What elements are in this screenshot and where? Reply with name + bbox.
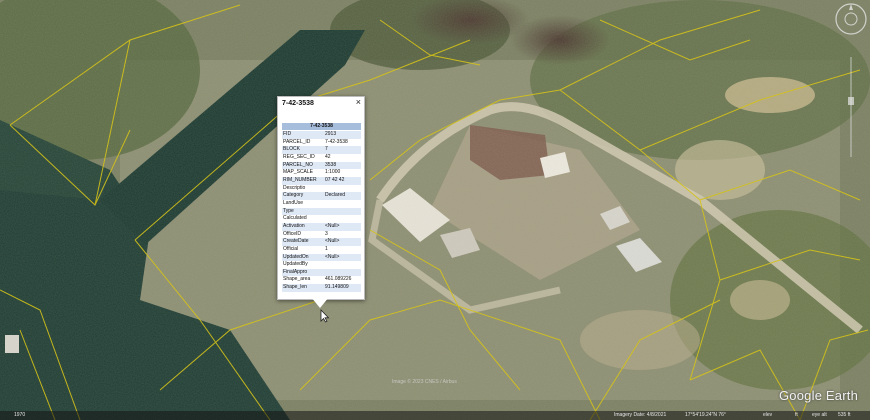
google-earth-logo: Google Earth xyxy=(779,388,859,403)
attribute-table-header: 7-42-3538 xyxy=(282,123,361,130)
attribute-value: 07 42 42 xyxy=(324,176,361,185)
attribute-key: Descriptio xyxy=(283,184,306,191)
attribute-row: FID 2913 xyxy=(282,131,361,139)
attribute-key: Type xyxy=(282,207,324,216)
attribute-value: 3538 xyxy=(324,161,361,170)
attribute-table: FID 2913 PARCEL_ID 7-42-3538 BLOCK 7 REG_SEC_I… xyxy=(282,131,361,292)
attribute-value: 3 xyxy=(325,230,328,237)
attribute-value: <Null> xyxy=(324,222,361,231)
attribute-key: PARCEL_ID xyxy=(283,138,311,145)
attribute-key: MAP_SCALE xyxy=(283,169,314,176)
elevation-unit: ft xyxy=(795,412,798,418)
attribute-row: RIM_NUMBER 07 42 42 xyxy=(282,176,361,185)
attribute-value: 461.089226 xyxy=(325,276,352,283)
close-icon[interactable]: × xyxy=(356,97,361,107)
imagery-date: Imagery Date: 4/8/2021 xyxy=(614,412,667,418)
attribute-key: FinalAppro xyxy=(282,268,324,277)
attribute-row: UpdatedOn <Null> xyxy=(282,253,361,262)
attribute-key: LandUse xyxy=(283,199,304,206)
attribute-row: OfficeID 3 xyxy=(282,231,361,239)
imagery-copyright: Image © 2023 CNES / Airbus xyxy=(392,379,457,385)
attribute-key: REG_SEC_ID xyxy=(283,153,315,160)
navigation-compass-icon[interactable] xyxy=(834,2,868,36)
mouse-cursor-icon xyxy=(320,309,330,323)
attribute-value xyxy=(324,185,361,193)
attribute-row: BLOCK 7 xyxy=(282,146,361,154)
attribute-value: Declared xyxy=(324,192,361,200)
attribute-row: UpdatedBy xyxy=(282,261,361,269)
popup-title: 7-42-3538 xyxy=(282,100,314,107)
cursor-coordinates: 17°54'19.24"N 76° xyxy=(685,412,726,418)
attribute-value: 2913 xyxy=(324,131,361,139)
attribute-row: Official 1 xyxy=(282,246,361,254)
attribute-key: CreateDate xyxy=(282,238,324,246)
imagery-texture xyxy=(0,0,870,420)
scale-value: 1970 xyxy=(14,412,26,418)
attribute-row: FinalAppro xyxy=(282,268,361,277)
attribute-value: 7 xyxy=(324,146,361,154)
attribute-value xyxy=(324,215,361,223)
attribute-value: <Null> xyxy=(324,253,361,262)
attribute-row: Calculated xyxy=(282,215,361,223)
attribute-key: UpdatedOn xyxy=(282,253,324,262)
attribute-value: 91.149809 xyxy=(324,284,361,292)
eye-altitude-label: eye alt xyxy=(812,412,827,418)
attribute-row: LandUse xyxy=(282,200,361,208)
attribute-row: CreateDate <Null> xyxy=(282,238,361,246)
attribute-value xyxy=(324,268,361,277)
attribute-key: Calculated xyxy=(283,215,307,222)
attribute-key: PARCEL_NO xyxy=(282,161,324,170)
attribute-value: 7-42-3538 xyxy=(325,138,348,145)
popup-pointer xyxy=(311,297,329,308)
attribute-value: 42 xyxy=(325,153,331,160)
attribute-key: OfficeID xyxy=(283,230,301,237)
attribute-value: 1 xyxy=(325,245,328,252)
attribute-row: Descriptio xyxy=(282,185,361,193)
attribute-row: PARCEL_NO 3538 xyxy=(282,161,361,170)
attribute-key: RIM_NUMBER xyxy=(282,176,324,185)
attribute-value xyxy=(324,200,361,208)
attribute-key: Shape_len xyxy=(282,284,324,292)
attribute-value: 1:1000 xyxy=(325,169,341,176)
attribute-value xyxy=(324,261,361,269)
attribute-row: Activation <Null> xyxy=(282,222,361,231)
status-bar: 1970 Imagery Date: 4/8/2021 17°54'19.24"… xyxy=(0,411,870,420)
zoom-slider[interactable] xyxy=(846,52,856,162)
attribute-key: BLOCK xyxy=(282,146,324,154)
attribute-key: Official xyxy=(283,245,299,252)
attribute-key: Activation xyxy=(282,222,324,231)
attribute-row: Shape_area 461.089226 xyxy=(282,276,361,284)
attribute-row: MAP_SCALE 1:1000 xyxy=(282,169,361,177)
parcel-info-popup: 7-42-3538 × 7-42-3538 FID 2913 PARCEL_ID 7-… xyxy=(277,96,365,300)
attribute-row: REG_SEC_ID 42 xyxy=(282,154,361,162)
attribute-key: Shape_area xyxy=(283,276,311,283)
attribute-key: FID xyxy=(282,131,324,139)
attribute-row: PARCEL_ID 7-42-3538 xyxy=(282,139,361,147)
attribute-value xyxy=(324,207,361,216)
attribute-row: Category Declared xyxy=(282,192,361,200)
attribute-key: UpdatedBy xyxy=(283,261,308,268)
attribute-row: Type xyxy=(282,207,361,216)
attribute-key: Category xyxy=(282,192,324,200)
elevation-label: elev xyxy=(763,412,773,418)
attribute-value: <Null> xyxy=(324,238,361,246)
eye-altitude-value: 535 ft xyxy=(838,412,851,418)
satellite-map[interactable] xyxy=(0,0,870,420)
attribute-row: Shape_len 91.149809 xyxy=(282,284,361,292)
